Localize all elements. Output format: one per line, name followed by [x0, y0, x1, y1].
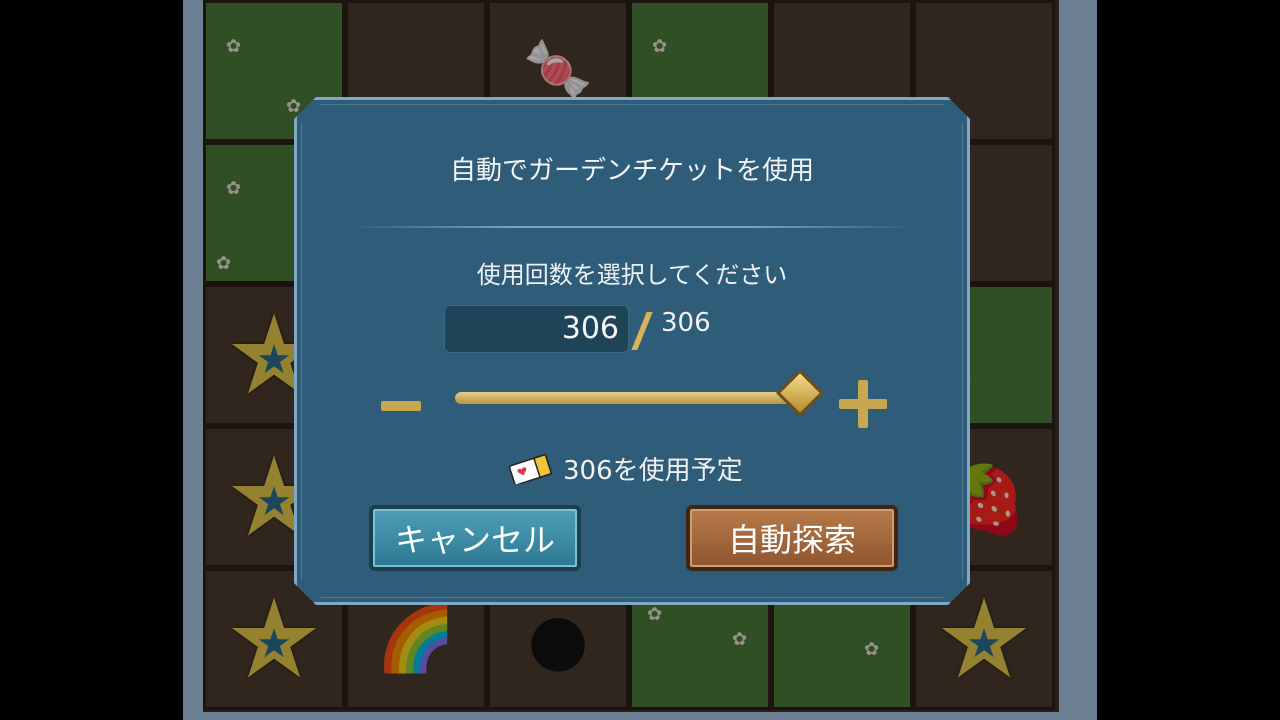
planned-usage-text: 306を使用予定 [563, 456, 743, 486]
decrease-button[interactable] [377, 388, 425, 424]
count-value: 306 [561, 311, 619, 346]
dialog-title: 自動でガーデンチケットを使用 [449, 156, 814, 186]
auto-ticket-dialog: 自動でガーデンチケットを使用 使用回数を選択してください 306 306 306… [294, 97, 970, 605]
ticket-icon [507, 454, 553, 484]
selection-prompt: 使用回数を選択してください [476, 261, 788, 289]
auto-explore-button[interactable]: 自動探索 [686, 505, 898, 571]
cancel-button[interactable]: キャンセル [369, 505, 581, 571]
count-input[interactable]: 306 [444, 305, 629, 353]
count-slider[interactable] [455, 392, 800, 404]
increase-button[interactable] [837, 378, 889, 430]
slider-fill [455, 392, 800, 404]
minus-icon [381, 401, 421, 411]
plus-icon-bar [858, 380, 868, 428]
title-divider [347, 226, 917, 228]
max-count: 306 [661, 308, 711, 338]
